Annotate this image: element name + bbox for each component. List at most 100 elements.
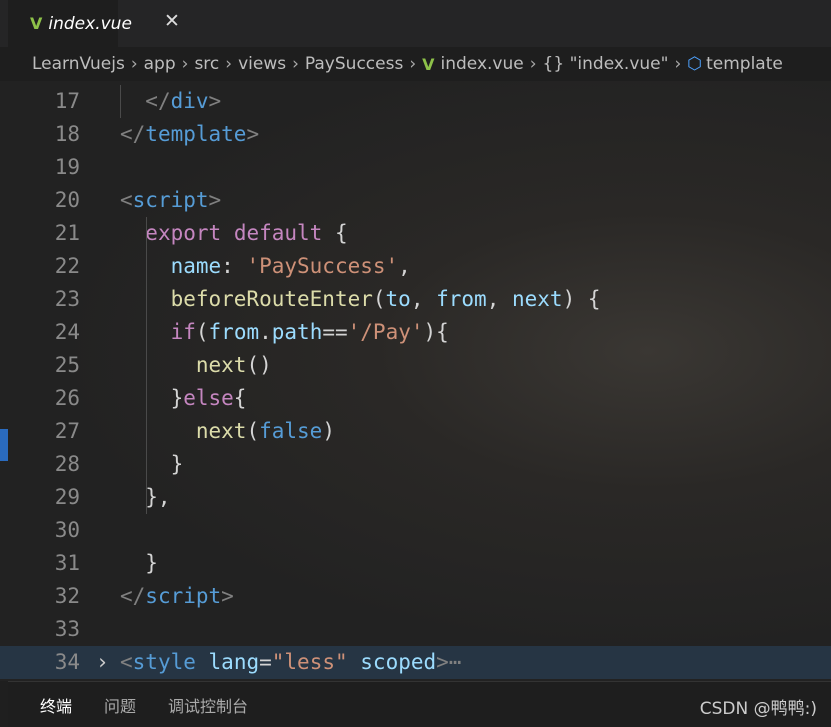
code-line[interactable]: 19 (0, 151, 831, 184)
breadcrumb: LearnVuejs › app › src › views › PaySuccess ›… (0, 47, 831, 81)
tab-bar: V index.vue ✕ (0, 0, 831, 47)
breadcrumb-item[interactable]: template (706, 54, 783, 74)
line-number: 24 (54, 320, 80, 344)
code-line[interactable]: 23 beforeRouteEnter(to, from, next) { (0, 283, 831, 316)
chevron-right-icon: › (292, 54, 299, 74)
code-line[interactable]: 30 (0, 514, 831, 547)
line-number: 23 (54, 287, 80, 311)
tab-terminal[interactable]: 终端 (40, 693, 72, 717)
bottom-panel: 终端 问题 调试控制台 CSDN @鸭鸭:) (8, 681, 831, 727)
code-line[interactable]: 25 next() (0, 349, 831, 382)
code-token: > (208, 89, 222, 113)
code-token: ⋯ (448, 650, 462, 674)
code-token: next (195, 419, 247, 443)
code-line[interactable]: 29 }, (0, 481, 831, 514)
code-token: , (398, 254, 411, 278)
code-line[interactable]: 21 export default { (0, 217, 831, 250)
line-number: 32 (54, 584, 80, 608)
code-token: false (259, 419, 323, 443)
line-number: 21 (54, 221, 80, 245)
code-line[interactable]: 32 </script> (0, 580, 831, 613)
indent-guide (146, 217, 147, 514)
code-token: == (322, 320, 348, 344)
code-token: < (120, 188, 133, 212)
indent-guide (120, 85, 121, 118)
chevron-right-icon: › (409, 54, 417, 74)
code-token: () (246, 353, 272, 377)
code-token: > (246, 122, 260, 146)
code-token: '/Pay' (347, 320, 424, 344)
code-token: > (221, 584, 234, 608)
code-text: } (120, 547, 158, 580)
line-number: 26 (54, 386, 80, 410)
code-token: from (208, 320, 260, 344)
code-token: next (512, 287, 563, 311)
code-line[interactable]: 26 }else{ (0, 382, 831, 415)
code-token: else (183, 386, 234, 410)
code-line[interactable]: 34 › <style lang="less" scoped>⋯ (0, 646, 831, 679)
tab-index-vue[interactable]: V index.vue ✕ (8, 0, 180, 47)
line-number: 17 (54, 89, 80, 113)
breadcrumb-item[interactable]: src (194, 54, 219, 74)
tab-debug-console[interactable]: 调试控制台 (168, 693, 248, 717)
code-line[interactable]: 20 <script> (0, 184, 831, 217)
code-token: ) (322, 419, 335, 443)
code-token: ){ (423, 320, 449, 344)
code-token: template (145, 122, 247, 146)
code-text: }else{ (120, 382, 247, 415)
line-number: 20 (54, 188, 80, 212)
code-token: lang (208, 650, 260, 674)
code-text: name: 'PaySuccess', (120, 250, 411, 283)
chevron-right-icon: › (225, 54, 233, 74)
breadcrumb-item[interactable]: index.vue (441, 54, 524, 74)
fold-chevron-icon[interactable]: › (96, 646, 109, 679)
line-number: 29 (54, 485, 80, 509)
code-text: </div> (120, 85, 221, 118)
code-token: path (271, 320, 323, 344)
code-line[interactable]: 17 </div> (0, 85, 831, 118)
tab-problems[interactable]: 问题 (104, 693, 136, 717)
code-token: { (233, 386, 247, 410)
line-number: 19 (54, 155, 80, 179)
code-token: name (170, 254, 222, 278)
code-token: . (259, 320, 272, 344)
breadcrumb-item[interactable]: app (144, 54, 176, 74)
code-text: export default { (120, 217, 347, 250)
breadcrumb-item[interactable]: views (238, 54, 286, 74)
code-line[interactable]: 27 next(false) (0, 415, 831, 448)
code-token: </ (120, 122, 146, 146)
code-token: ( (246, 419, 260, 443)
chevron-right-icon: › (130, 54, 138, 74)
code-line[interactable]: 18 </template> (0, 118, 831, 151)
code-token: } (120, 551, 158, 575)
code-editor[interactable]: 17 </div> 18 </template> 19 20 <script> 21 exp… (0, 81, 831, 681)
line-number: 30 (54, 518, 80, 542)
breadcrumb-item[interactable]: {} "index.vue" (543, 54, 669, 74)
code-text: if(from.path=='/Pay'){ (120, 316, 449, 349)
line-number: 28 (54, 452, 80, 476)
code-token: = (259, 650, 272, 674)
line-number: 18 (54, 122, 80, 146)
code-line[interactable]: 22 name: 'PaySuccess', (0, 250, 831, 283)
code-token: scoped (360, 650, 437, 674)
code-token: ) { (562, 287, 601, 311)
close-icon[interactable]: ✕ (164, 10, 180, 32)
code-line[interactable]: 24 if(from.path=='/Pay'){ (0, 316, 831, 349)
code-token: from (436, 287, 487, 311)
code-token: script (132, 188, 209, 212)
code-line[interactable]: 31 } (0, 547, 831, 580)
code-text: beforeRouteEnter(to, from, next) { (120, 283, 601, 316)
breadcrumb-item[interactable]: PaySuccess (305, 54, 403, 74)
tab-title: index.vue (48, 13, 132, 34)
breadcrumb-item[interactable]: LearnVuejs (32, 54, 125, 74)
code-text: <style lang="less" scoped>⋯ (120, 646, 461, 679)
line-number: 22 (54, 254, 80, 278)
code-line[interactable]: 33 (0, 613, 831, 646)
code-token: } (120, 452, 184, 476)
code-token: : (221, 254, 247, 278)
code-token: </ (145, 89, 171, 113)
line-number: 27 (54, 419, 80, 443)
code-line[interactable]: 28 } (0, 448, 831, 481)
